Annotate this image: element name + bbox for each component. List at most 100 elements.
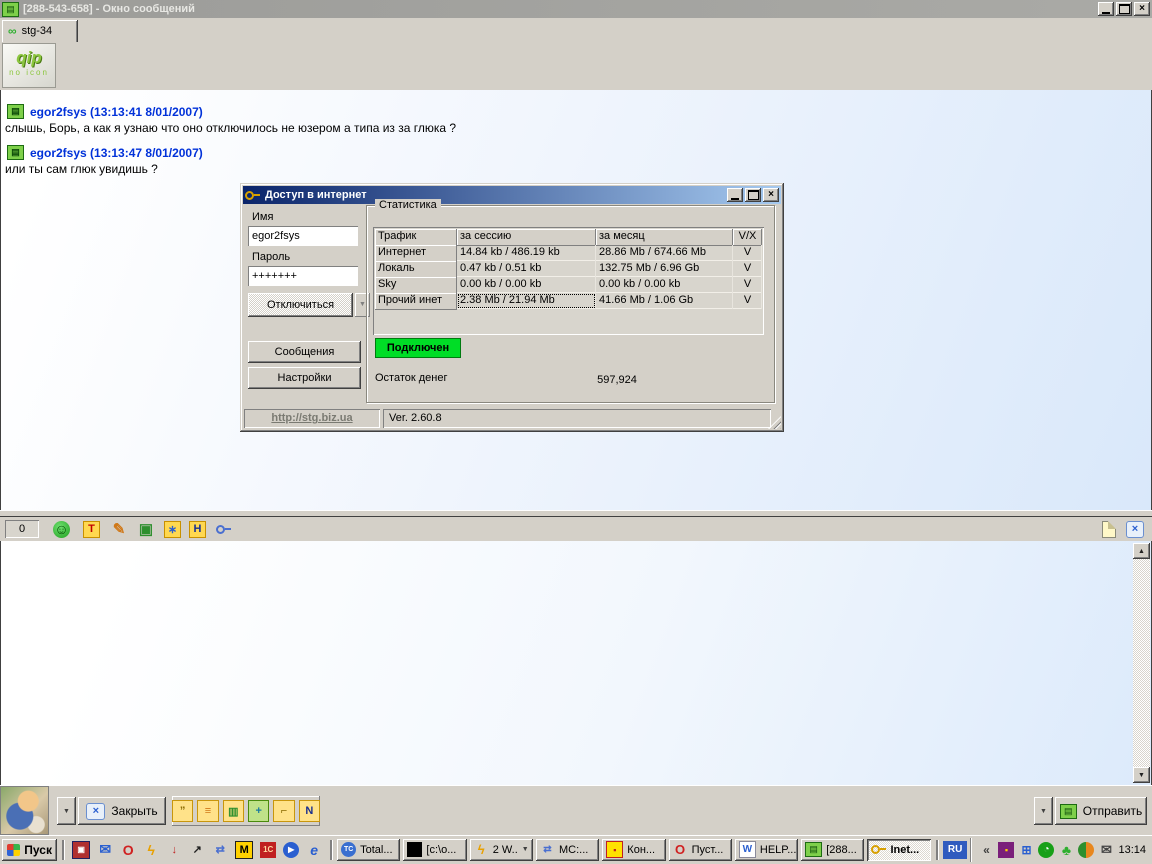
window-card-icon: ▤ — [2, 2, 19, 17]
cell-vx[interactable]: V — [733, 261, 762, 277]
main-window-titlebar[interactable]: ▤ [288-543-658] - Окно сообщений × — [0, 0, 1152, 18]
tray-expand-icon[interactable]: « — [978, 842, 994, 858]
column-header-vx[interactable]: V/X — [733, 229, 762, 246]
batman-icon[interactable]: M — [235, 841, 253, 859]
column-header-month[interactable]: за месяц — [596, 229, 733, 246]
messages-button[interactable]: Сообщения — [248, 341, 361, 363]
tray-app-icon[interactable]: ▪ — [998, 842, 1014, 858]
remote-desktop-icon[interactable]: ⇄ — [212, 842, 228, 858]
telescope-icon[interactable]: ↗ — [189, 842, 205, 858]
cell-session[interactable]: 0.47 kb / 0.51 kb — [457, 261, 596, 277]
taskbar-button-message-window[interactable]: ▤ [288... — [801, 839, 864, 861]
scroll-down-button[interactable]: ▼ — [1133, 767, 1150, 783]
qip-logo: qip — [3, 48, 55, 68]
taskbar-button-winamp-group[interactable]: ϟ 2 W.. ▼ — [470, 839, 533, 861]
cell-month[interactable]: 28.86 Mb / 674.66 Mb — [596, 245, 733, 261]
taskbar-button-console[interactable]: [c:\o... — [403, 839, 466, 861]
mail-tray-icon[interactable]: ✉ — [1098, 842, 1114, 858]
cell-session-focused[interactable]: 2.38 Mb / 21.94 Mb — [457, 293, 596, 309]
row-header-sky[interactable]: Sky — [375, 277, 457, 294]
minimize-button[interactable] — [1098, 2, 1114, 16]
globe-tray-icon[interactable] — [1078, 842, 1094, 858]
taskbar-button-opera[interactable]: O Пуст... — [669, 839, 732, 861]
dialog-maximize-button[interactable] — [745, 188, 761, 202]
opera-icon[interactable]: O — [120, 842, 136, 858]
input-scrollbar[interactable]: ▲ ▼ — [1133, 543, 1150, 783]
special-char-icon[interactable]: ∗ — [164, 521, 181, 538]
website-link[interactable]: http://stg.biz.ua — [271, 412, 352, 424]
network-tray-icon[interactable]: ⊞ — [1018, 842, 1034, 858]
separator — [936, 840, 938, 860]
history-icon[interactable]: H — [189, 521, 206, 538]
cell-vx[interactable]: V — [733, 277, 762, 293]
settings-button[interactable]: Настройки — [248, 367, 361, 389]
password-field[interactable] — [248, 266, 358, 286]
download-master-icon[interactable]: ↓ — [166, 842, 182, 858]
qip-clover-icon[interactable]: ♣ — [1058, 842, 1074, 858]
scroll-up-button[interactable]: ▲ — [1133, 543, 1150, 559]
cell-month[interactable]: 0.00 kb / 0.00 kb — [596, 277, 733, 293]
login-field[interactable] — [248, 226, 358, 246]
taskbar-button-console2[interactable]: ▪ Кон... — [602, 839, 665, 861]
balance-value: 597,924 — [567, 374, 667, 386]
cell-month[interactable]: 41.66 Mb / 1.06 Gb — [596, 293, 733, 309]
send-key-icon[interactable] — [214, 520, 232, 538]
disconnect-button[interactable]: Отключиться — [248, 293, 353, 317]
close-options-dropdown[interactable]: ▼ — [57, 797, 76, 825]
language-indicator[interactable]: RU — [943, 841, 968, 859]
cell-session[interactable]: 0.00 kb / 0.00 kb — [457, 277, 596, 293]
taskbar-button-word[interactable]: W HELP... — [735, 839, 798, 861]
column-header-traffic[interactable]: Трафик — [375, 229, 457, 246]
message-input-area[interactable]: ▲ ▼ — [0, 541, 1152, 785]
cell-vx[interactable]: V — [733, 293, 762, 309]
connection-status-badge: Подключен — [375, 338, 461, 358]
color-paint-icon[interactable]: ✎ — [110, 520, 128, 538]
dialog-close-button[interactable]: × — [763, 188, 779, 202]
dialog-titlebar[interactable]: Доступ в интернет × — [243, 186, 781, 204]
page-select-icon[interactable]: ▥ — [223, 800, 244, 822]
scrollbar-track[interactable] — [1133, 559, 1150, 767]
word-doc-icon: W — [739, 841, 756, 858]
send-button[interactable]: ▤ Отправить — [1055, 797, 1147, 825]
font-format-icon[interactable]: T — [83, 521, 100, 538]
cell-session[interactable]: 14.84 kb / 486.19 kb — [457, 245, 596, 261]
taskbar-button-inet-active[interactable]: Inet... — [867, 839, 930, 861]
mail-client-icon[interactable]: ✉ — [97, 842, 113, 858]
minimize-icon — [731, 198, 739, 200]
row-header-internet[interactable]: Интернет — [375, 245, 457, 262]
column-header-session[interactable]: за сессию — [457, 229, 596, 246]
clock-tray-icon[interactable]: ◔ — [1038, 842, 1054, 858]
restore-button[interactable] — [1116, 2, 1132, 16]
cell-vx[interactable]: V — [733, 245, 762, 261]
save-icon[interactable]: ▣ — [137, 520, 155, 538]
splitter[interactable] — [0, 510, 1152, 517]
notes-icon[interactable]: ≡ — [197, 800, 218, 822]
start-button[interactable]: Пуск — [2, 839, 57, 861]
tab-stg-34[interactable]: ∞ stg-34 — [2, 20, 78, 42]
dialog-minimize-button[interactable] — [727, 188, 743, 202]
statusbar-version-panel: Ver. 2.60.8 — [383, 409, 771, 428]
floppy-save-icon[interactable]: ▣ — [72, 841, 90, 859]
row-header-other-inet[interactable]: Прочий инет — [375, 293, 457, 310]
clipboard-icon[interactable]: ⌐ — [273, 800, 294, 822]
quote-icon[interactable]: ” — [172, 800, 193, 822]
close-button[interactable]: × Закрыть — [78, 797, 166, 825]
send-options-dropdown[interactable]: ▼ — [1034, 797, 1053, 825]
notes-n-icon[interactable]: N — [299, 800, 320, 822]
winamp-icon: ϟ — [474, 842, 489, 857]
taskbar-button-label: [288... — [826, 844, 857, 856]
media-player-icon[interactable]: ▶ — [283, 842, 299, 858]
close-tab-icon[interactable]: × — [1126, 520, 1144, 538]
close-button[interactable]: × — [1134, 2, 1150, 16]
taskbar-button-mc[interactable]: ⇄ MC:... — [536, 839, 599, 861]
x-icon: × — [1126, 521, 1144, 538]
wrench-icon[interactable]: + — [248, 800, 269, 822]
winamp-icon[interactable]: ϟ — [143, 842, 159, 858]
taskbar-button-totalcmd[interactable]: TC Total... — [337, 839, 400, 861]
smiley-picker-icon[interactable]: ☺ — [53, 521, 70, 538]
row-header-local[interactable]: Локаль — [375, 261, 457, 278]
internet-explorer-icon[interactable]: e — [306, 842, 322, 858]
1c-icon[interactable]: 1С — [260, 842, 276, 858]
new-message-icon[interactable] — [1100, 520, 1118, 538]
cell-month[interactable]: 132.75 Mb / 6.96 Gb — [596, 261, 733, 277]
